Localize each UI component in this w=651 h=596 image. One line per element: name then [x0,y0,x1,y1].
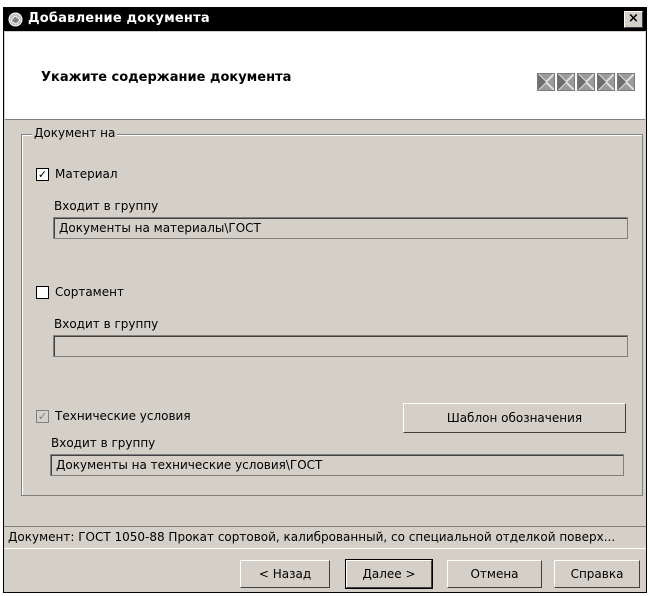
tech-conditions-checkbox[interactable]: ✓ [36,410,49,423]
app-icon [8,12,23,27]
tech-group-field[interactable]: Документы на технические условия\ГОСТ [50,454,624,476]
cancel-button[interactable]: Отмена [447,560,542,588]
material-checkbox[interactable]: ✓ [36,168,49,181]
tech-group-label: Входит в группу [51,436,156,450]
step-icon [597,73,615,91]
assortment-group-label: Входит в группу [54,317,159,331]
assortment-group-field[interactable] [53,335,628,357]
step-icon [617,73,635,91]
group-legend: Документ на [32,126,118,140]
window-title: Добавление документа [28,11,210,26]
assortment-checkbox[interactable] [36,286,49,299]
step-icon [537,73,555,91]
divider [4,548,646,549]
header-title: Укажите содержание документа [41,70,292,85]
document-for-group: Документ на ✓ Материал Входит в группу Д… [21,126,643,496]
step-icon [557,73,575,91]
close-button[interactable]: × [624,11,643,28]
dialog-window: Добавление документа × Укажите содержани… [3,7,647,593]
wizard-header: Укажите содержание документа [5,32,645,120]
template-designation-button[interactable]: Шаблон обозначения [403,403,626,433]
material-group-field[interactable]: Документы на материалы\ГОСТ [53,217,628,239]
material-group-label: Входит в группу [54,199,159,213]
help-button[interactable]: Справка [554,560,640,588]
title-bar[interactable]: Добавление документа × [4,8,646,31]
material-label: Материал [55,167,118,181]
next-button[interactable]: Далее > [345,559,433,589]
status-bar: Документ: ГОСТ 1050-88 Прокат сортовой, … [4,526,646,548]
back-button[interactable]: < Назад [240,560,330,588]
step-indicator [537,73,635,91]
step-icon [577,73,595,91]
tech-conditions-label: Технические условия [55,409,191,423]
assortment-label: Сортамент [55,285,124,299]
